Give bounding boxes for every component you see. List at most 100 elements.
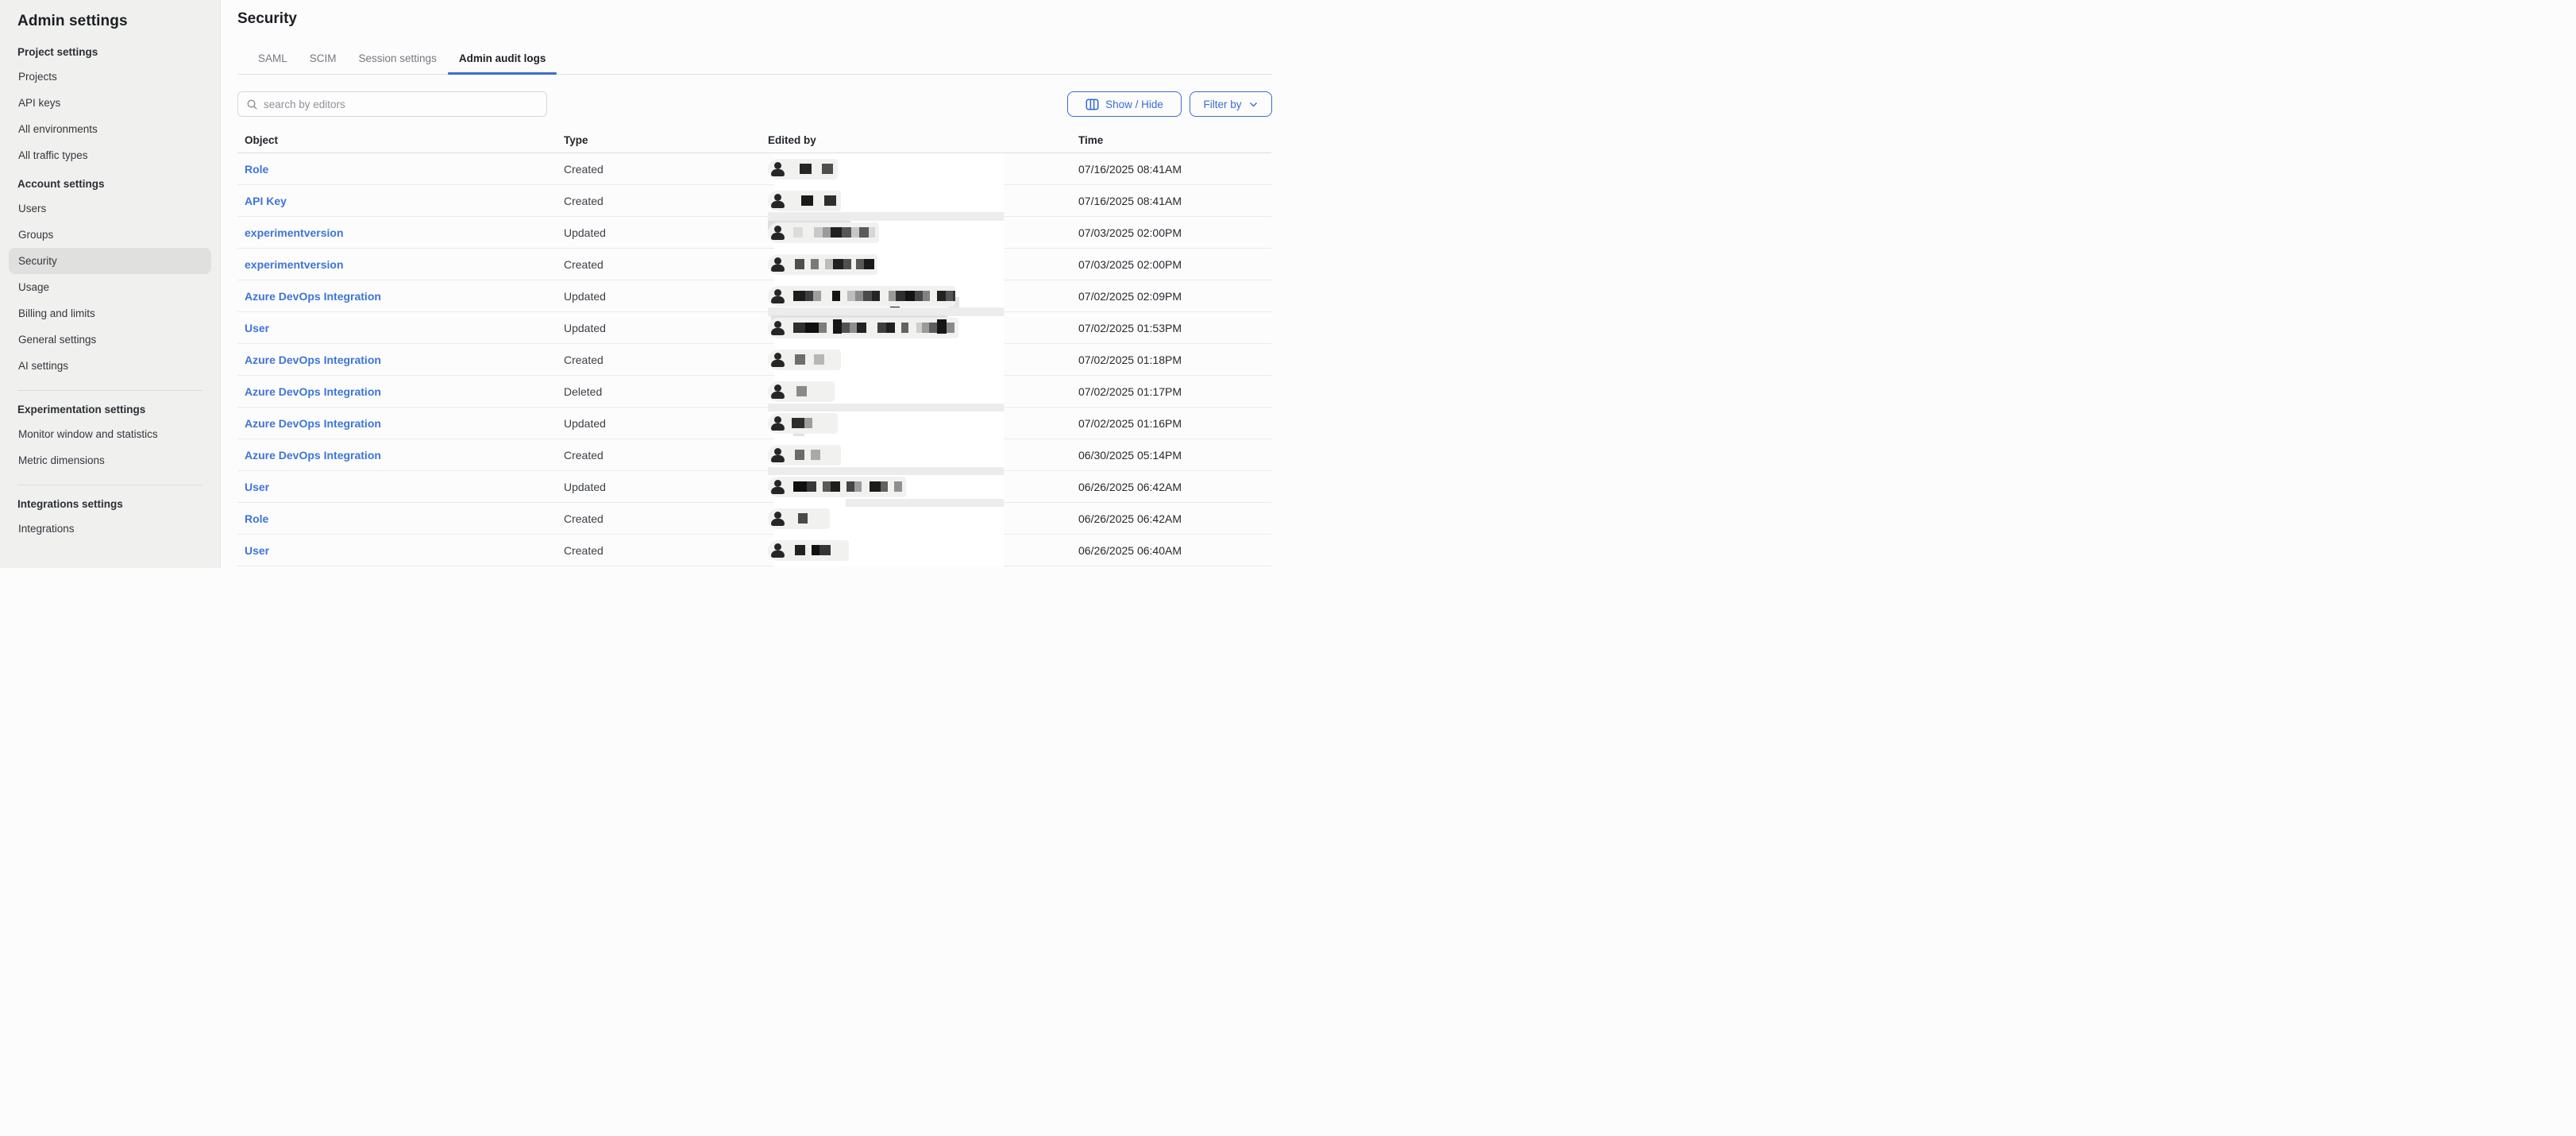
- time-cell: 07/03/2025 02:00PM: [1078, 249, 1182, 280]
- tab-bar: SAMLSCIMSession settingsAdmin audit logs: [237, 44, 1272, 75]
- columns-icon: [1086, 98, 1099, 111]
- table-row: experimentversionUpdated07/03/2025 02:00…: [237, 217, 1271, 249]
- redaction-blocks: [787, 381, 807, 402]
- user-avatar-icon: [768, 254, 787, 275]
- redaction-blocks: [787, 318, 954, 338]
- edited-by-pill: [768, 286, 955, 307]
- sidebar-item-all-traffic-types[interactable]: All traffic types: [9, 142, 211, 168]
- table-row: Azure DevOps IntegrationUpdated07/02/202…: [237, 408, 1271, 439]
- sidebar-item-metric-dimensions[interactable]: Metric dimensions: [9, 447, 211, 473]
- time-cell: 06/26/2025 06:42AM: [1078, 503, 1182, 534]
- object-link[interactable]: Azure DevOps Integration: [245, 439, 381, 470]
- object-link[interactable]: Role: [245, 153, 268, 184]
- user-avatar-icon: [768, 413, 787, 434]
- edited-by-pill: [768, 508, 830, 529]
- type-cell: Created: [564, 153, 604, 184]
- chevron-down-icon: [1248, 99, 1259, 110]
- tab-scim[interactable]: SCIM: [299, 44, 348, 74]
- redaction-blocks: [787, 191, 836, 211]
- time-cell: 06/26/2025 06:40AM: [1078, 535, 1182, 566]
- type-cell: Created: [564, 503, 604, 534]
- redaction-blocks: [787, 350, 824, 370]
- object-link[interactable]: Azure DevOps Integration: [245, 376, 381, 407]
- sidebar-item-security[interactable]: Security: [9, 248, 211, 274]
- object-link[interactable]: Azure DevOps Integration: [245, 408, 381, 439]
- time-cell: 07/16/2025 08:41AM: [1078, 185, 1182, 216]
- show-hide-button[interactable]: Show / Hide: [1067, 91, 1182, 117]
- time-cell: 06/26/2025 06:42AM: [1078, 471, 1182, 502]
- sidebar-item-billing-and-limits[interactable]: Billing and limits: [9, 300, 211, 327]
- redaction-blocks: [787, 477, 902, 497]
- redaction-bar: [846, 499, 1004, 507]
- table-row: User Updated 07/02/2025 01:53PM: [237, 312, 1271, 344]
- filter-by-label: Filter by: [1203, 99, 1241, 110]
- time-cell: 07/02/2025 01:53PM: [1078, 312, 1182, 343]
- edited-by-pill: [768, 318, 958, 338]
- search-box[interactable]: [237, 91, 547, 117]
- time-cell: 07/16/2025 08:41AM: [1078, 153, 1182, 184]
- object-link[interactable]: Role: [245, 503, 268, 534]
- sidebar-item-monitor-window-and-statistics[interactable]: Monitor window and statistics: [9, 421, 211, 447]
- table-row: API KeyCreated07/16/2025 08:41AM: [237, 185, 1271, 217]
- type-cell: Created: [564, 439, 604, 470]
- object-link[interactable]: Azure DevOps Integration: [245, 344, 381, 375]
- sidebar-item-general-settings[interactable]: General settings: [9, 327, 211, 353]
- time-cell: 07/02/2025 02:09PM: [1078, 280, 1182, 311]
- main-content: Security SAMLSCIMSession settingsAdmin a…: [221, 0, 1288, 568]
- user-avatar-icon: [768, 159, 787, 180]
- object-link[interactable]: experimentversion: [245, 217, 344, 248]
- object-link[interactable]: User: [245, 535, 269, 566]
- type-cell: Created: [564, 249, 604, 280]
- type-cell: Updated: [564, 312, 606, 343]
- type-cell: Updated: [564, 280, 606, 311]
- sidebar-divider: [17, 390, 202, 391]
- object-link[interactable]: Azure DevOps Integration: [245, 280, 381, 311]
- edited-by-pill: [768, 350, 841, 370]
- sidebar-item-api-keys[interactable]: API keys: [9, 90, 211, 116]
- type-cell: Deleted: [564, 376, 602, 407]
- type-cell: Updated: [564, 471, 606, 502]
- table-row: UserCreated06/26/2025 06:40AM: [237, 535, 1271, 566]
- sidebar-sections: Project settingsProjectsAPI keysAll envi…: [0, 43, 220, 542]
- sidebar-item-integrations[interactable]: Integrations: [9, 516, 211, 542]
- redaction-blocks: [787, 254, 874, 275]
- sidebar-item-projects[interactable]: Projects: [9, 64, 211, 90]
- object-link[interactable]: User: [245, 471, 269, 502]
- redaction-blocks: [787, 159, 833, 180]
- page-title: Security: [237, 10, 297, 28]
- tab-admin-audit-logs[interactable]: Admin audit logs: [448, 44, 557, 74]
- user-avatar-icon: [768, 350, 787, 370]
- search-icon: [246, 99, 258, 110]
- object-link[interactable]: experimentversion: [245, 249, 344, 280]
- sidebar-item-groups[interactable]: Groups: [9, 222, 211, 248]
- time-cell: 07/02/2025 01:18PM: [1078, 344, 1182, 375]
- table-header-row: ObjectTypeEdited byTime: [237, 127, 1271, 153]
- sidebar-item-all-environments[interactable]: All environments: [9, 116, 211, 142]
- sidebar-section-header: Account settings: [17, 175, 202, 192]
- object-link[interactable]: API Key: [245, 185, 287, 216]
- table-row: Azure DevOps Integration Created 07/02/202…: [237, 344, 1271, 376]
- sidebar-item-users[interactable]: Users: [9, 195, 211, 222]
- redaction-bar: [768, 404, 1004, 412]
- search-input[interactable]: [264, 99, 538, 110]
- user-avatar-icon: [768, 508, 787, 529]
- sidebar-item-usage[interactable]: Usage: [9, 274, 211, 300]
- redaction-bar: [768, 212, 1004, 221]
- sidebar-title: Admin settings: [17, 13, 202, 30]
- show-hide-label: Show / Hide: [1105, 99, 1163, 110]
- tab-saml[interactable]: SAML: [247, 44, 299, 74]
- sidebar-item-ai-settings[interactable]: AI settings: [9, 353, 211, 379]
- redaction-blocks: [787, 413, 812, 434]
- filter-by-button[interactable]: Filter by: [1190, 91, 1272, 117]
- table-row: experimentversion Created 07/03/2025 02:00…: [237, 249, 1271, 280]
- type-cell: Updated: [564, 217, 606, 248]
- type-cell: Updated: [564, 408, 606, 439]
- type-cell: Created: [564, 344, 604, 375]
- table-body: RoleCreated07/16/2025 08:41AMAPI KeyCrea…: [237, 153, 1271, 566]
- redaction-blocks: [787, 222, 875, 243]
- object-link[interactable]: User: [245, 312, 269, 343]
- tab-session-settings[interactable]: Session settings: [348, 44, 448, 74]
- sidebar-section-header: Integrations settings: [17, 495, 202, 512]
- edited-by-pill: [768, 254, 877, 275]
- table-row: Role Created 07/16/2025 08:41AM: [237, 153, 1271, 185]
